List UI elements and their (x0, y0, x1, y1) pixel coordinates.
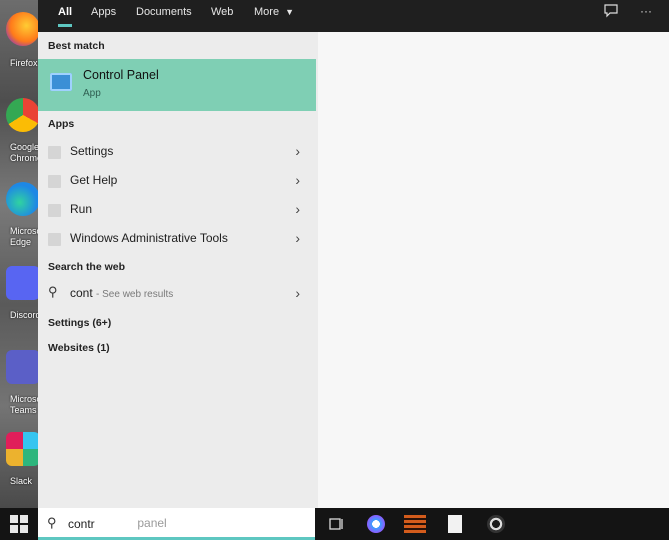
app-result-run[interactable]: Run › (38, 195, 316, 224)
web-search-result[interactable]: ⚲ cont - See web results › (38, 279, 316, 308)
section-apps: Apps (48, 118, 75, 130)
search-results-pane: Best match Control Panel App Apps Settin… (38, 32, 318, 508)
obs-icon[interactable] (487, 515, 505, 533)
web-search-query: cont (70, 286, 93, 300)
section-websites[interactable]: Websites (1) (48, 342, 110, 354)
windows-start-icon[interactable] (10, 515, 28, 533)
taskbar-search-box[interactable]: ⚲ control panel (38, 508, 315, 540)
web-search-text: cont - See web results (70, 286, 174, 300)
chevron-down-icon: ▼ (285, 7, 295, 17)
google-chrome-icon[interactable] (6, 98, 38, 132)
task-view-icon[interactable] (327, 515, 345, 533)
tab-more[interactable]: More ▼ (254, 0, 294, 32)
more-options-icon[interactable]: ··· (636, 4, 656, 22)
tab-apps[interactable]: Apps (91, 0, 116, 32)
taskbar: ⚲ control panel (0, 508, 669, 540)
best-match-subtitle: App (83, 88, 101, 99)
chevron-right-icon[interactable]: › (295, 143, 300, 159)
desktop-label: Firefox (10, 58, 38, 68)
app-result-label: Windows Administrative Tools (70, 231, 228, 245)
tab-more-label: More (254, 6, 280, 18)
settings-icon (48, 146, 61, 159)
app-result-windows-administrative-tools[interactable]: Windows Administrative Tools › (38, 224, 316, 253)
chevron-right-icon[interactable]: › (295, 172, 300, 188)
app-result-label: Settings (70, 144, 114, 158)
app-result-settings[interactable]: Settings › (38, 137, 316, 166)
web-search-suffix: See web results (102, 289, 174, 300)
firefox-icon[interactable] (6, 12, 38, 46)
feedback-icon[interactable] (601, 4, 621, 22)
desktop-strip: Firefox Google Chrome Microsoft Edge Dis… (0, 0, 38, 508)
administrative-tools-icon (48, 233, 61, 246)
itunes-icon[interactable] (367, 515, 385, 533)
best-match-title: Control Panel (83, 68, 159, 82)
section-settings[interactable]: Settings (6+) (48, 317, 111, 329)
app-result-label: Run (70, 202, 93, 216)
control-panel-icon (50, 73, 72, 91)
media-app-icon[interactable] (404, 515, 426, 533)
search-input[interactable] (66, 514, 300, 534)
desktop-label: Slack (10, 476, 33, 486)
desktop-label: Microsoft Edge (10, 226, 38, 247)
slack-icon[interactable] (6, 432, 38, 466)
section-best-match: Best match (48, 40, 105, 52)
tab-documents[interactable]: Documents (136, 0, 192, 32)
chevron-right-icon[interactable]: › (295, 230, 300, 246)
search-filter-bar: All Apps Documents Web More ▼ ··· (38, 0, 669, 32)
section-search-the-web: Search the web (48, 261, 126, 273)
tab-all[interactable]: All (58, 0, 73, 27)
microsoft-edge-icon[interactable] (6, 182, 38, 216)
chevron-right-icon[interactable]: › (295, 201, 300, 217)
run-icon (48, 204, 61, 217)
file-icon[interactable] (448, 515, 462, 533)
desktop-label: Microsoft Teams (10, 394, 38, 415)
microsoft-teams-icon[interactable] (6, 350, 38, 384)
tab-web[interactable]: Web (211, 0, 233, 32)
best-match-result[interactable]: Control Panel App (38, 59, 316, 111)
discord-icon[interactable] (6, 266, 38, 300)
app-result-label: Get Help (70, 173, 118, 187)
desktop-label: Discord (10, 310, 38, 320)
search-icon: ⚲ (47, 515, 57, 530)
search-icon: ⚲ (48, 284, 58, 299)
result-preview-pane (318, 32, 669, 508)
app-result-get-help[interactable]: Get Help › (38, 166, 316, 195)
get-help-icon (48, 175, 61, 188)
desktop-label: Google Chrome (10, 142, 38, 163)
chevron-right-icon[interactable]: › (295, 285, 300, 301)
